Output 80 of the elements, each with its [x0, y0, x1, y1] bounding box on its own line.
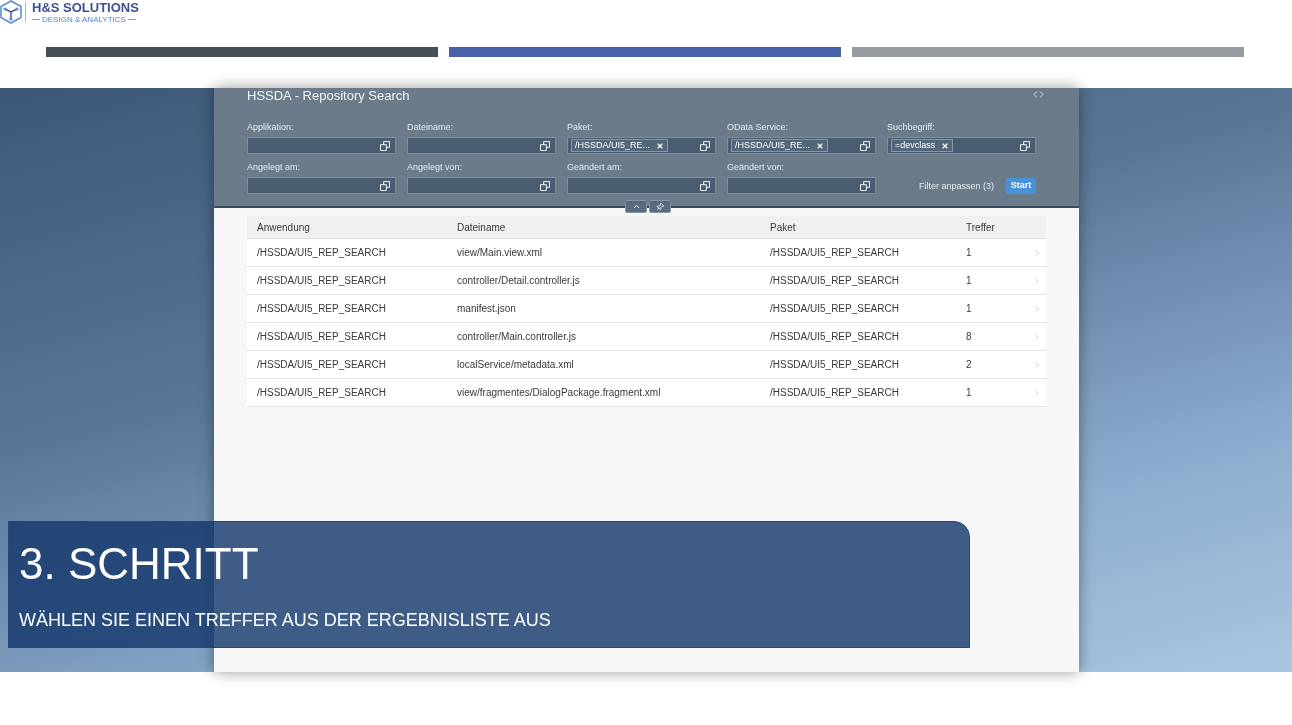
token[interactable]: =devclass: [891, 139, 954, 152]
pin-button[interactable]: [649, 200, 671, 213]
copy-icon[interactable]: [1020, 140, 1030, 151]
table-cell-text: manifest.json: [457, 302, 517, 316]
input-field[interactable]: =devclass: [887, 137, 1036, 154]
table-row[interactable]: /HSSDA/UI5_REP_SEARCH controller/Detail.controller.js /HSSDA/UI5_REP_SEARCH 1: [247, 267, 1046, 295]
adapt-filters-button[interactable]: Filter anpassen (3): [918, 178, 994, 194]
filter-label: Geändert von:: [727, 162, 786, 172]
token[interactable]: /HSSDA/UI5_RE...: [731, 139, 829, 152]
table-cell-text: /HSSDA/UI5_REP_SEARCH: [770, 274, 900, 288]
table-cell-text: /HSSDA/UI5_REP_SEARCH: [257, 386, 387, 400]
filter-label: Angelegt am:: [247, 162, 302, 172]
copy-icon[interactable]: [700, 140, 710, 151]
copy-icon[interactable]: [860, 180, 870, 191]
table-cell-text: /HSSDA/UI5_REP_SEARCH: [770, 358, 900, 372]
filter-label: Angelegt von:: [407, 162, 464, 172]
filter-label: OData Service:: [727, 122, 790, 132]
table-cell-text: /HSSDA/UI5_REP_SEARCH: [257, 246, 387, 260]
code-icon[interactable]: [1033, 89, 1044, 100]
filter-label: Paket:: [567, 122, 594, 132]
copy-icon[interactable]: [540, 140, 550, 151]
collapse-button[interactable]: [625, 200, 647, 213]
copy-icon[interactable]: [380, 180, 390, 191]
close-icon[interactable]: [656, 141, 665, 150]
filter-label: Geändert am:: [567, 162, 624, 172]
table-cell-text: localService/metadata.xml: [457, 358, 575, 372]
table-row[interactable]: /HSSDA/UI5_REP_SEARCH localService/metadata.xml /HSSDA/UI5_REP_SEARCH 2: [247, 351, 1046, 379]
logo-name: H&S SOLUTIONS: [32, 0, 139, 14]
column-header: Dateiname: [457, 220, 507, 235]
table-cell-text: 1: [966, 246, 973, 260]
close-icon[interactable]: [941, 141, 950, 150]
table-cell-text: /HSSDA/UI5_REP_SEARCH: [257, 330, 387, 344]
table-cell-text: 1: [966, 302, 973, 316]
input-field[interactable]: [247, 137, 396, 154]
logo-tagline: DESIGN & ANALYTICS: [42, 14, 126, 24]
table-row[interactable]: /HSSDA/UI5_REP_SEARCH view/Main.view.xml /HSSDA/UI5_REP_SEARCH 1: [247, 239, 1046, 267]
table-cell-text: 1: [966, 386, 973, 400]
logo-icon: [0, 0, 22, 24]
pin-icon[interactable]: [654, 200, 666, 213]
filter-label: Suchbegriff:: [887, 122, 936, 132]
chevron-up-icon[interactable]: [631, 202, 641, 211]
table-cell-text: view/Main.view.xml: [457, 246, 544, 260]
table-row[interactable]: /HSSDA/UI5_REP_SEARCH manifest.json /HSSDA/UI5_REP_SEARCH 1: [247, 295, 1046, 323]
table-cell-text: 1: [966, 274, 973, 288]
table-cell-text: /HSSDA/UI5_REP_SEARCH: [770, 330, 900, 344]
table-cell-text: view/fragmentes/DialogPackage.fragment.xml: [457, 386, 662, 400]
input-field[interactable]: [247, 177, 396, 194]
table-cell-text: /HSSDA/UI5_REP_SEARCH: [257, 302, 387, 316]
start-button[interactable]: Start: [1006, 178, 1036, 194]
copy-icon[interactable]: [540, 180, 550, 191]
input-field[interactable]: [407, 177, 556, 194]
copy-icon[interactable]: [860, 140, 870, 151]
input-field[interactable]: [407, 137, 556, 154]
filter-label: Dateiname:: [407, 122, 455, 132]
app-title: HSSDA - Repository Search: [247, 89, 410, 103]
step-title: 3. SCHRITT: [19, 539, 260, 589]
token[interactable]: /HSSDA/UI5_RE...: [571, 139, 669, 152]
table-cell-text: /HSSDA/UI5_REP_SEARCH: [257, 274, 387, 288]
table-row[interactable]: /HSSDA/UI5_REP_SEARCH view/fragmentes/DialogPackage.fragment.xml /HSSDA/UI5_REP_SEARCH 1: [247, 379, 1046, 407]
filter-label: Applikation:: [247, 122, 295, 132]
close-icon[interactable]: [816, 141, 825, 150]
column-header: Treffer: [966, 220, 996, 235]
table-cell-text: /HSSDA/UI5_REP_SEARCH: [770, 302, 900, 316]
table-cell-text: controller/Main.controller.js: [457, 330, 577, 344]
column-header: Paket: [770, 220, 797, 235]
table-cell-text: 8: [966, 330, 973, 344]
table-cell-text: /HSSDA/UI5_REP_SEARCH: [770, 246, 900, 260]
input-field[interactable]: /HSSDA/UI5_RE...: [567, 137, 716, 154]
table-row[interactable]: /HSSDA/UI5_REP_SEARCH controller/Main.controller.js /HSSDA/UI5_REP_SEARCH 8: [247, 323, 1046, 351]
input-field[interactable]: /HSSDA/UI5_RE...: [727, 137, 876, 154]
input-field[interactable]: [567, 177, 716, 194]
table-cell-text: /HSSDA/UI5_REP_SEARCH: [257, 358, 387, 372]
copy-icon[interactable]: [700, 180, 710, 191]
step-subtitle: WÄHLEN SIE EINEN TREFFER AUS DER ERGEBNISLISTE AUS: [19, 609, 552, 631]
table-cell-text: 2: [966, 358, 973, 372]
column-header: Anwendung: [257, 220, 311, 235]
input-field[interactable]: [727, 177, 876, 194]
table-cell-text: controller/Detail.controller.js: [457, 274, 581, 288]
table-cell-text: /HSSDA/UI5_REP_SEARCH: [770, 386, 900, 400]
copy-icon[interactable]: [380, 140, 390, 151]
